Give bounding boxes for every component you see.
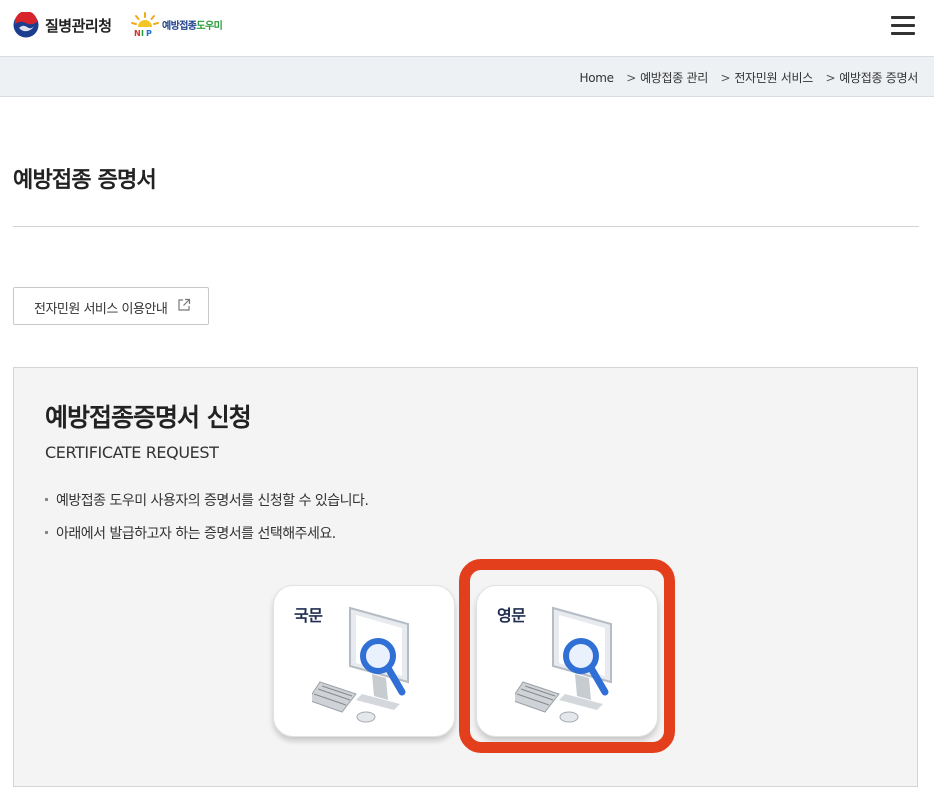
- breadcrumb: Home > 예방접종 관리 > 전자민원 서비스 > 예방접종 증명서: [580, 69, 919, 86]
- breadcrumb-bar: Home > 예방접종 관리 > 전자민원 서비스 > 예방접종 증명서: [0, 57, 934, 97]
- nip-sun-logo-icon[interactable]: N I P: [130, 11, 160, 39]
- nip-service-name[interactable]: 예방접종도우미: [162, 17, 223, 32]
- nip-name-part2: 도우미: [196, 21, 223, 32]
- kdca-taeguk-logo-icon[interactable]: [13, 12, 39, 38]
- service-guide-label: 전자민원 서비스 이용안내: [34, 302, 168, 317]
- info-bullet: 아래에서 발급하고자 하는 증명서를 선택해주세요.: [45, 523, 336, 543]
- breadcrumb-e-civil-service[interactable]: 전자민원 서비스: [734, 71, 813, 85]
- computer-search-icon: [312, 606, 409, 723]
- svg-text:I: I: [141, 29, 144, 38]
- breadcrumb-current[interactable]: 예방접종 증명서: [839, 71, 918, 85]
- certificate-request-panel: 예방접종증명서 신청 CERTIFICATE REQUEST 예방접종 도우미 …: [13, 367, 918, 787]
- svg-text:N: N: [134, 29, 141, 38]
- request-panel-subtitle: CERTIFICATE REQUEST: [45, 443, 219, 462]
- info-bullet-text: 아래에서 발급하고자 하는 증명서를 선택해주세요.: [56, 526, 336, 542]
- breadcrumb-vaccination-mgmt[interactable]: 예방접종 관리: [640, 71, 708, 85]
- breadcrumb-separator: >: [626, 71, 637, 85]
- english-certificate-card[interactable]: 영문: [476, 585, 658, 737]
- external-link-icon: [178, 298, 191, 311]
- info-bullet-text: 예방접종 도우미 사용자의 증명서를 신청할 수 있습니다.: [56, 493, 369, 509]
- bullet-dot: [45, 497, 48, 501]
- menu-bar: [891, 24, 915, 27]
- agency-name[interactable]: 질병관리청: [45, 15, 112, 36]
- breadcrumb-separator: >: [825, 71, 836, 85]
- svg-text:P: P: [146, 29, 152, 38]
- info-bullet: 예방접종 도우미 사용자의 증명서를 신청할 수 있습니다.: [45, 490, 369, 510]
- bullet-dot: [45, 530, 48, 534]
- request-panel-title: 예방접종증명서 신청: [45, 403, 252, 432]
- menu-bar: [891, 32, 915, 35]
- site-header: 질병관리청 N I P 예방접종도우미: [0, 0, 934, 57]
- page-title: 예방접종 증명서: [13, 168, 157, 193]
- korean-certificate-card[interactable]: 국문: [273, 585, 455, 737]
- breadcrumb-home[interactable]: Home: [580, 71, 615, 85]
- computer-search-icon: [515, 606, 612, 723]
- breadcrumb-separator: >: [720, 71, 731, 85]
- service-guide-button[interactable]: 전자민원 서비스 이용안내: [13, 287, 209, 325]
- nip-name-part1: 예방접종: [162, 21, 197, 32]
- hamburger-icon[interactable]: [891, 16, 915, 38]
- title-divider: [13, 226, 919, 227]
- menu-bar: [891, 16, 915, 19]
